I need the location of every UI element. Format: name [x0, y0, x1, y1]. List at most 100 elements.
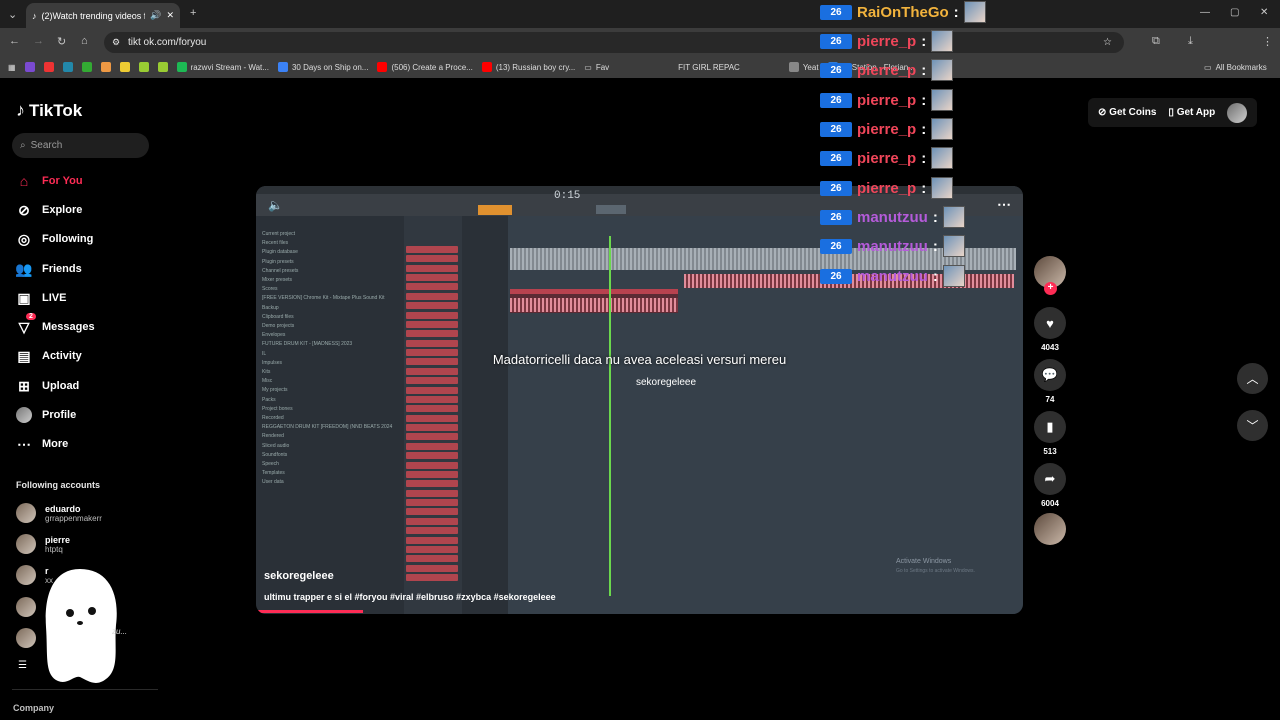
home-browser-icon[interactable]: ⌂ — [81, 35, 88, 47]
bookmark-icon[interactable] — [138, 62, 149, 72]
get-coins-label: Get Coins — [1109, 107, 1157, 118]
profile-icon — [16, 407, 32, 423]
nav-label: Messages — [42, 321, 95, 333]
nav-following[interactable]: ◎ Following — [16, 228, 93, 250]
messages-badge: 2 — [26, 313, 36, 320]
following-account[interactable]: pierre htptq — [16, 534, 70, 554]
sound-disc-button[interactable] — [1034, 513, 1066, 545]
chat-badge-icon: 26 — [820, 121, 852, 137]
nav-friends[interactable]: 👥 Friends — [15, 258, 82, 280]
search-placeholder: Search — [30, 140, 63, 151]
nav-label: Explore — [42, 204, 83, 216]
chat-emote-icon — [931, 118, 954, 140]
menu-icon[interactable]: ⋮ — [1262, 35, 1273, 48]
chat-badge-icon: 26 — [820, 150, 852, 166]
chat-message: 26 pierre_p: — [820, 176, 954, 200]
bookmark-item[interactable]: 30 Days on Ship on... — [277, 62, 368, 72]
nav-label: For You — [42, 175, 83, 187]
next-video-button[interactable]: ﹀ — [1237, 410, 1268, 441]
stream-chat-overlay: 26 RaiOnTheGo: 26 pierre_p: 26 pierre_p: 26 pie… — [820, 0, 1020, 290]
bookmark-label: (13) Russian boy cry... — [495, 62, 576, 72]
search-input[interactable]: ⌕ Search — [12, 133, 149, 158]
nav-explore[interactable]: ⊘ Explore — [16, 199, 82, 221]
bookmark-item[interactable]: razwvi Stream - Wat... — [176, 62, 269, 72]
nav-label: More — [42, 438, 69, 450]
save-button[interactable]: ▮ 513 — [1034, 411, 1066, 456]
maximize-icon[interactable]: ▢ — [1230, 7, 1239, 18]
bookmark-item[interactable]: FIT GIRL REPAC — [678, 63, 740, 72]
nav-label: LIVE — [42, 292, 67, 304]
bookmark-icon[interactable] — [43, 62, 54, 72]
account-handle: grrappenmakerr — [45, 513, 102, 523]
bookmark-favicon-icon — [788, 62, 799, 72]
volume-icon[interactable]: 🔈 — [268, 198, 283, 212]
get-app-button[interactable]: ▯ Get App — [1168, 107, 1215, 118]
bookmark-icon[interactable] — [119, 62, 130, 72]
close-tab-icon[interactable]: ✕ — [166, 10, 174, 21]
previous-video-button[interactable]: ︿ — [1237, 363, 1268, 394]
avatar[interactable] — [16, 628, 36, 648]
like-count: 4043 — [1041, 343, 1059, 352]
follow-plus-icon[interactable]: + — [1044, 282, 1057, 295]
following-account[interactable]: eduardo grrappenmakerr — [16, 503, 102, 523]
speaker-icon[interactable]: 🔊 — [150, 10, 161, 21]
extensions-icon[interactable]: ⧉ — [1152, 35, 1160, 48]
reload-icon[interactable]: ↻ — [57, 35, 66, 48]
new-tab-icon[interactable]: + — [190, 7, 196, 19]
tiktok-favicon-icon: ♪ — [32, 10, 37, 21]
profile-avatar[interactable] — [1227, 102, 1248, 123]
nav-for-you[interactable]: ⌂ For You — [16, 170, 83, 192]
bookmark-label: Yeat — [802, 62, 819, 72]
list-icon[interactable]: ☰ — [18, 660, 27, 671]
get-coins-button[interactable]: ⊘ Get Coins — [1098, 107, 1156, 118]
upload-icon: ⊞ — [18, 377, 30, 394]
bookmark-icon[interactable] — [100, 62, 111, 72]
logo-text: TikTok — [29, 100, 83, 120]
video-progress-bar[interactable] — [256, 610, 364, 613]
bookmark-icon[interactable] — [24, 62, 35, 72]
nav-messages[interactable]: ▽ 2 Messages — [16, 313, 95, 338]
bookmark-item[interactable]: (506) Create a Proce... — [377, 62, 473, 72]
chat-username: pierre_p — [857, 61, 917, 79]
daw-browser: Current project Recent files Plugin databa… — [256, 216, 404, 614]
bookmark-icon[interactable] — [81, 62, 92, 72]
friends-icon: 👥 — [15, 260, 33, 277]
forward-icon[interactable]: → — [33, 35, 44, 47]
bookmark-icon[interactable] — [62, 62, 73, 72]
chat-username: pierre_p — [857, 120, 917, 138]
nav-label: Profile — [42, 409, 77, 421]
all-bookmarks[interactable]: ▭ All Bookmarks — [1204, 63, 1267, 72]
back-icon[interactable]: ← — [9, 35, 20, 47]
bookmark-item[interactable]: Yeat — [788, 62, 819, 72]
nav-label: Friends — [42, 263, 82, 275]
minimize-icon[interactable]: — — [1200, 7, 1210, 18]
video-author[interactable]: sekoregeleee — [264, 570, 334, 582]
nav-profile[interactable]: Profile — [16, 404, 76, 426]
nav-label: Activity — [42, 350, 82, 362]
divider — [12, 689, 158, 690]
share-button[interactable]: ➦ 6004 — [1034, 463, 1066, 508]
chat-message: 26 pierre_p: — [820, 146, 954, 170]
nav-more[interactable]: ⋯ More — [16, 433, 68, 455]
nav-activity[interactable]: ▤ Activity — [16, 345, 82, 367]
site-info-icon[interactable]: ⚙ — [112, 37, 120, 48]
tiktok-logo[interactable]: ♪ TikTok — [16, 100, 82, 121]
company-link[interactable]: Company — [13, 703, 54, 713]
like-button[interactable]: ♥ 4043 — [1034, 307, 1066, 352]
bookmark-star-icon[interactable]: ☆ — [1103, 37, 1112, 48]
nav-label: Upload — [42, 380, 80, 392]
browser-tab[interactable]: ♪ (2)Watch trending videos fo 🔊 ✕ — [26, 3, 180, 28]
creator-avatar-button[interactable]: + — [1034, 256, 1066, 295]
apps-icon[interactable]: ▦ — [8, 63, 16, 72]
comment-button[interactable]: 💬 74 — [1034, 359, 1066, 404]
nav-live[interactable]: ▣ LIVE — [16, 287, 66, 309]
download-icon[interactable]: ⤓ — [1188, 35, 1193, 48]
bookmark-item[interactable]: (13) Russian boy cry... — [481, 62, 576, 72]
bookmark-icon[interactable] — [157, 62, 168, 72]
tab-list-icon[interactable]: ⌄ — [8, 8, 17, 21]
bookmark-folder[interactable]: ▭ Fav — [584, 63, 609, 72]
avatar[interactable] — [16, 597, 36, 617]
bookmark-icon: ▮ — [1034, 411, 1066, 443]
close-window-icon[interactable]: ✕ — [1260, 7, 1268, 18]
nav-upload[interactable]: ⊞ Upload — [16, 375, 79, 397]
